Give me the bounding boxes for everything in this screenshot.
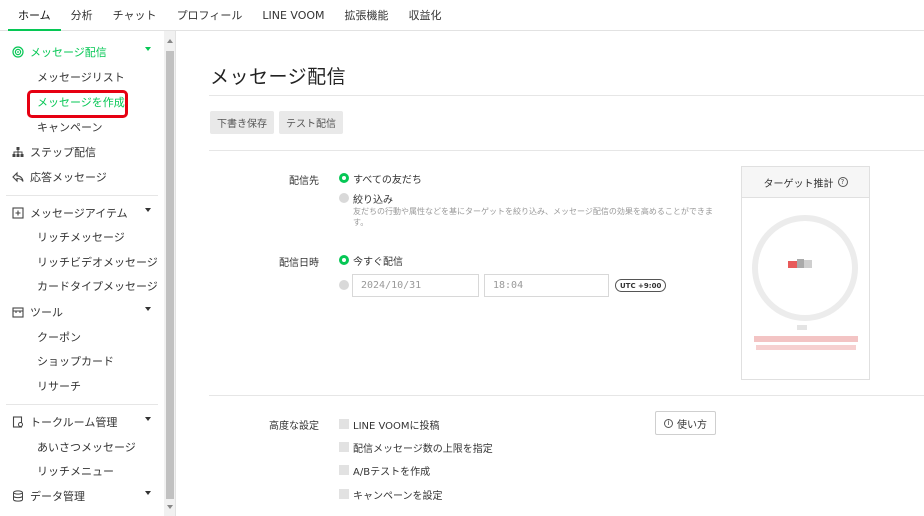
ab-test-label: A/Bテストを作成 [353,467,431,478]
filter-note: 友だちの行動や属性などを基にターゲットを絞り込み、メッセージ配信の効果を高めるこ… [353,207,713,227]
blurred-value [797,259,804,268]
blurred-value [788,261,797,268]
radio-filter[interactable] [339,193,349,203]
tab-home[interactable]: ホーム [8,0,61,31]
target-estimate-panel: ターゲット推計 ? [741,166,870,380]
sidebar-item-shop-card[interactable]: ショップカード [0,351,163,371]
sidebar-group-label: メッセージアイテム [30,207,128,220]
reply-icon [11,170,25,184]
timezone-badge: UTC +9:00 [615,279,667,292]
add-box-icon [11,206,25,220]
checkbox-limit-count[interactable] [339,442,349,452]
sidebar-item-auto-reply[interactable]: 応答メッセージ [0,167,163,187]
sidebar-item-rich-video-message[interactable]: リッチビデオメッセージ [0,252,163,272]
database-icon [11,489,25,503]
info-icon: i [664,418,673,428]
scroll-up-icon[interactable] [167,39,173,43]
highlight-annotation [27,90,128,118]
sidebar-group-tools[interactable]: ツール [0,302,163,322]
filter-label: 絞り込み [353,195,393,206]
sidebar-group-message-delivery[interactable]: メッセージ配信 [0,42,163,62]
sidebar-item-message-list[interactable]: メッセージリスト [0,67,163,87]
top-navigation: ホーム 分析 チャット プロフィール LINE VOOM 拡張機能 収益化 [0,0,924,31]
post-voom-label: LINE VOOMに投稿 [353,421,440,432]
tab-extensions[interactable]: 拡張機能 [335,0,399,30]
radio-all-friends[interactable] [339,173,349,183]
main-content: メッセージ配信 下書き保存 テスト配信 配信先 すべての友だち 絞り込み 友だち… [177,31,924,516]
divider [209,395,924,396]
sidebar-item-rich-message[interactable]: リッチメッセージ [0,227,163,247]
sidebar-group-label: メッセージ配信 [30,46,107,59]
radio-schedule[interactable] [339,280,349,290]
divider [209,150,924,151]
chevron-down-icon [145,208,151,212]
divider [209,95,924,96]
blurred-value [804,260,812,268]
time-input[interactable]: 18:04 [484,274,609,297]
date-input[interactable]: 2024/10/31 [352,274,479,297]
chevron-down-icon [145,491,151,495]
checkbox-post-voom[interactable] [339,419,349,429]
sidebar-item-greeting-message[interactable]: あいさつメッセージ [0,437,163,457]
scroll-down-icon[interactable] [167,505,173,509]
send-now-label: 今すぐ配信 [353,257,403,268]
checkbox-set-campaign[interactable] [339,489,349,499]
tab-line-voom[interactable]: LINE VOOM [252,0,334,30]
target-estimate-title: ターゲット推計 [763,178,834,190]
sidebar-item-step-delivery[interactable]: ステップ配信 [0,142,163,162]
sidebar-item-coupon[interactable]: クーポン [0,327,163,347]
sidebar-group-label: データ管理 [30,490,85,503]
tab-monetization[interactable]: 収益化 [399,0,452,30]
tab-chat[interactable]: チャット [103,0,167,30]
scrollbar-thumb[interactable] [166,51,174,499]
checkbox-ab-test[interactable] [339,465,349,475]
advanced-settings-label: 高度な設定 [269,421,319,432]
sidebar-group-data-management[interactable]: データ管理 [0,486,163,506]
help-icon[interactable]: ? [837,177,848,187]
blurred-text [756,345,856,350]
sidebar-scrollbar[interactable] [164,31,175,516]
all-friends-label: すべての友だち [353,175,422,186]
sidebar-item-research[interactable]: リサーチ [0,376,163,396]
recipients-label: 配信先 [289,176,319,187]
page-title: メッセージ配信 [210,66,347,88]
sidebar-divider [6,195,158,196]
chevron-down-icon [145,47,151,51]
hierarchy-icon [11,145,25,159]
datetime-label: 配信日時 [279,258,319,269]
target-estimate-header: ターゲット推計 ? [742,167,869,198]
sidebar-item-rich-menu[interactable]: リッチメニュー [0,461,163,481]
sidebar-item-label: 応答メッセージ [30,171,107,184]
blurred-text [797,325,807,330]
sidebar-group-label: ツール [30,306,63,319]
sidebar-group-talk-room[interactable]: トークルーム管理 [0,412,163,432]
sidebar-item-card-type-message[interactable]: カードタイプメッセージ [0,276,163,296]
how-to-use-button[interactable]: i 使い方 [655,411,716,435]
test-delivery-button[interactable]: テスト配信 [279,111,343,134]
radio-send-now[interactable] [339,255,349,265]
tab-analytics[interactable]: 分析 [61,0,103,30]
sidebar-group-label: トークルーム管理 [30,416,118,429]
toolbox-icon [11,305,25,319]
sidebar-divider [6,404,158,405]
settings-doc-icon [11,415,25,429]
sidebar-item-label: ステップ配信 [30,146,96,159]
limit-count-label: 配信メッセージ数の上限を指定 [353,444,493,455]
chevron-down-icon [145,417,151,421]
how-to-use-label: 使い方 [677,419,707,431]
save-draft-button[interactable]: 下書き保存 [210,111,274,134]
sidebar: メッセージ配信 メッセージリスト メッセージを作成 キャンペーン ステップ配信 … [0,31,176,516]
set-campaign-label: キャンペーンを設定 [353,491,443,502]
sidebar-item-campaign[interactable]: キャンペーン [0,117,163,137]
target-estimate-chart [752,215,858,350]
broadcast-icon [11,45,25,59]
sidebar-group-message-items[interactable]: メッセージアイテム [0,203,163,223]
chevron-down-icon [145,307,151,311]
tab-profile[interactable]: プロフィール [167,0,253,30]
blurred-text [754,336,858,342]
